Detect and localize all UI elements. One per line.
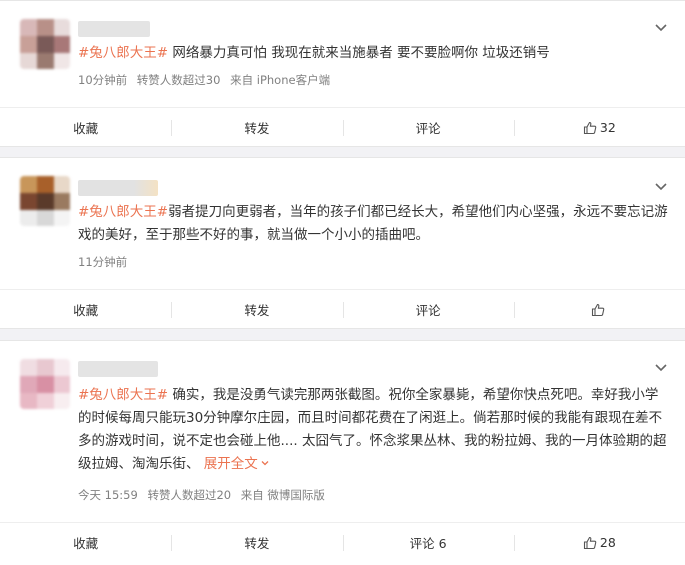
- comment-button[interactable]: 评论: [342, 290, 514, 329]
- action-bar: 收藏 转发 评论: [0, 289, 685, 329]
- thumbs-up-icon: [583, 536, 597, 549]
- post-card: #兔八郎大王# 确实，我是没勇气读完那两张截图。祝你全家暴毙，希望你快点死吧。幸…: [0, 340, 685, 565]
- post-time[interactable]: 今天 15:59: [78, 488, 138, 502]
- post-meta: 11分钟前: [78, 254, 133, 270]
- topic-link[interactable]: #兔八郎大王#: [78, 387, 168, 403]
- post-source: 来自 iPhone客户端: [230, 73, 331, 87]
- repost-info: 转赞人数超过30: [136, 73, 221, 87]
- like-count: 32: [599, 120, 616, 135]
- username-blurred[interactable]: [78, 21, 150, 37]
- favorite-button[interactable]: 收藏: [0, 290, 171, 329]
- post-source: 来自 微博国际版: [240, 488, 325, 502]
- chevron-down-icon[interactable]: [653, 19, 669, 35]
- repost-label: 转发: [244, 303, 270, 318]
- post-time[interactable]: 10分钟前: [78, 73, 127, 87]
- chevron-down-icon: [261, 461, 269, 466]
- repost-info: 转赞人数超过20: [147, 488, 232, 502]
- like-button[interactable]: [513, 290, 685, 329]
- topic-link[interactable]: #兔八郎大王#: [78, 45, 168, 61]
- post-text: #兔八郎大王# 确实，我是没勇气读完那两张截图。祝你全家暴毙，希望你快点死吧。幸…: [78, 384, 668, 476]
- post-text: #兔八郎大王# 网络暴力真可怕 我现在就来当施暴者 要不要脸啊你 垃圾还销号: [78, 42, 668, 65]
- post-time[interactable]: 11分钟前: [78, 255, 127, 269]
- favorite-label: 收藏: [73, 303, 99, 318]
- thumbs-up-icon: [591, 303, 605, 316]
- post-card: #兔八郎大王#弱者提刀向更弱者，当年的孩子们都已经长大，希望他们内心坚强，永远不…: [0, 157, 685, 329]
- expand-full-text-link[interactable]: 展开全文: [204, 456, 270, 472]
- repost-button[interactable]: 转发: [171, 290, 342, 329]
- action-bar: 收藏 转发 评论 6 28: [0, 522, 685, 562]
- chevron-down-icon[interactable]: [653, 359, 669, 375]
- favorite-label: 收藏: [73, 121, 99, 136]
- favorite-button[interactable]: 收藏: [0, 108, 171, 147]
- avatar[interactable]: [20, 176, 70, 226]
- username-blurred[interactable]: [78, 180, 158, 196]
- username-blurred[interactable]: [78, 361, 158, 377]
- comment-button[interactable]: 评论 6: [342, 523, 514, 562]
- repost-label: 转发: [244, 536, 270, 551]
- topic-link[interactable]: #兔八郎大王#: [78, 204, 168, 220]
- post-body: 网络暴力真可怕 我现在就来当施暴者 要不要脸啊你 垃圾还销号: [168, 45, 550, 61]
- chevron-down-icon[interactable]: [653, 178, 669, 194]
- repost-button[interactable]: 转发: [171, 108, 342, 147]
- like-button[interactable]: 28: [513, 523, 685, 562]
- post-text: #兔八郎大王#弱者提刀向更弱者，当年的孩子们都已经长大，希望他们内心坚强，永远不…: [78, 201, 668, 247]
- comment-label: 评论: [415, 121, 441, 136]
- expand-label: 展开全文: [203, 456, 258, 472]
- action-bar: 收藏 转发 评论 32: [0, 107, 685, 147]
- thumbs-up-icon: [583, 121, 597, 134]
- post-card: #兔八郎大王# 网络暴力真可怕 我现在就来当施暴者 要不要脸啊你 垃圾还销号 1…: [0, 0, 685, 147]
- repost-label: 转发: [244, 121, 270, 136]
- favorite-label: 收藏: [73, 536, 99, 551]
- comment-button[interactable]: 评论: [342, 108, 514, 147]
- like-button[interactable]: 32: [513, 108, 685, 147]
- comment-label: 评论: [415, 303, 441, 318]
- comment-label: 评论 6: [409, 536, 447, 551]
- post-meta: 10分钟前 转赞人数超过30 来自 iPhone客户端: [78, 72, 336, 88]
- post-meta: 今天 15:59 转赞人数超过20 来自 微博国际版: [78, 487, 331, 503]
- avatar[interactable]: [20, 359, 70, 409]
- like-count: 28: [599, 535, 616, 550]
- favorite-button[interactable]: 收藏: [0, 523, 171, 562]
- avatar[interactable]: [20, 19, 70, 69]
- repost-button[interactable]: 转发: [171, 523, 342, 562]
